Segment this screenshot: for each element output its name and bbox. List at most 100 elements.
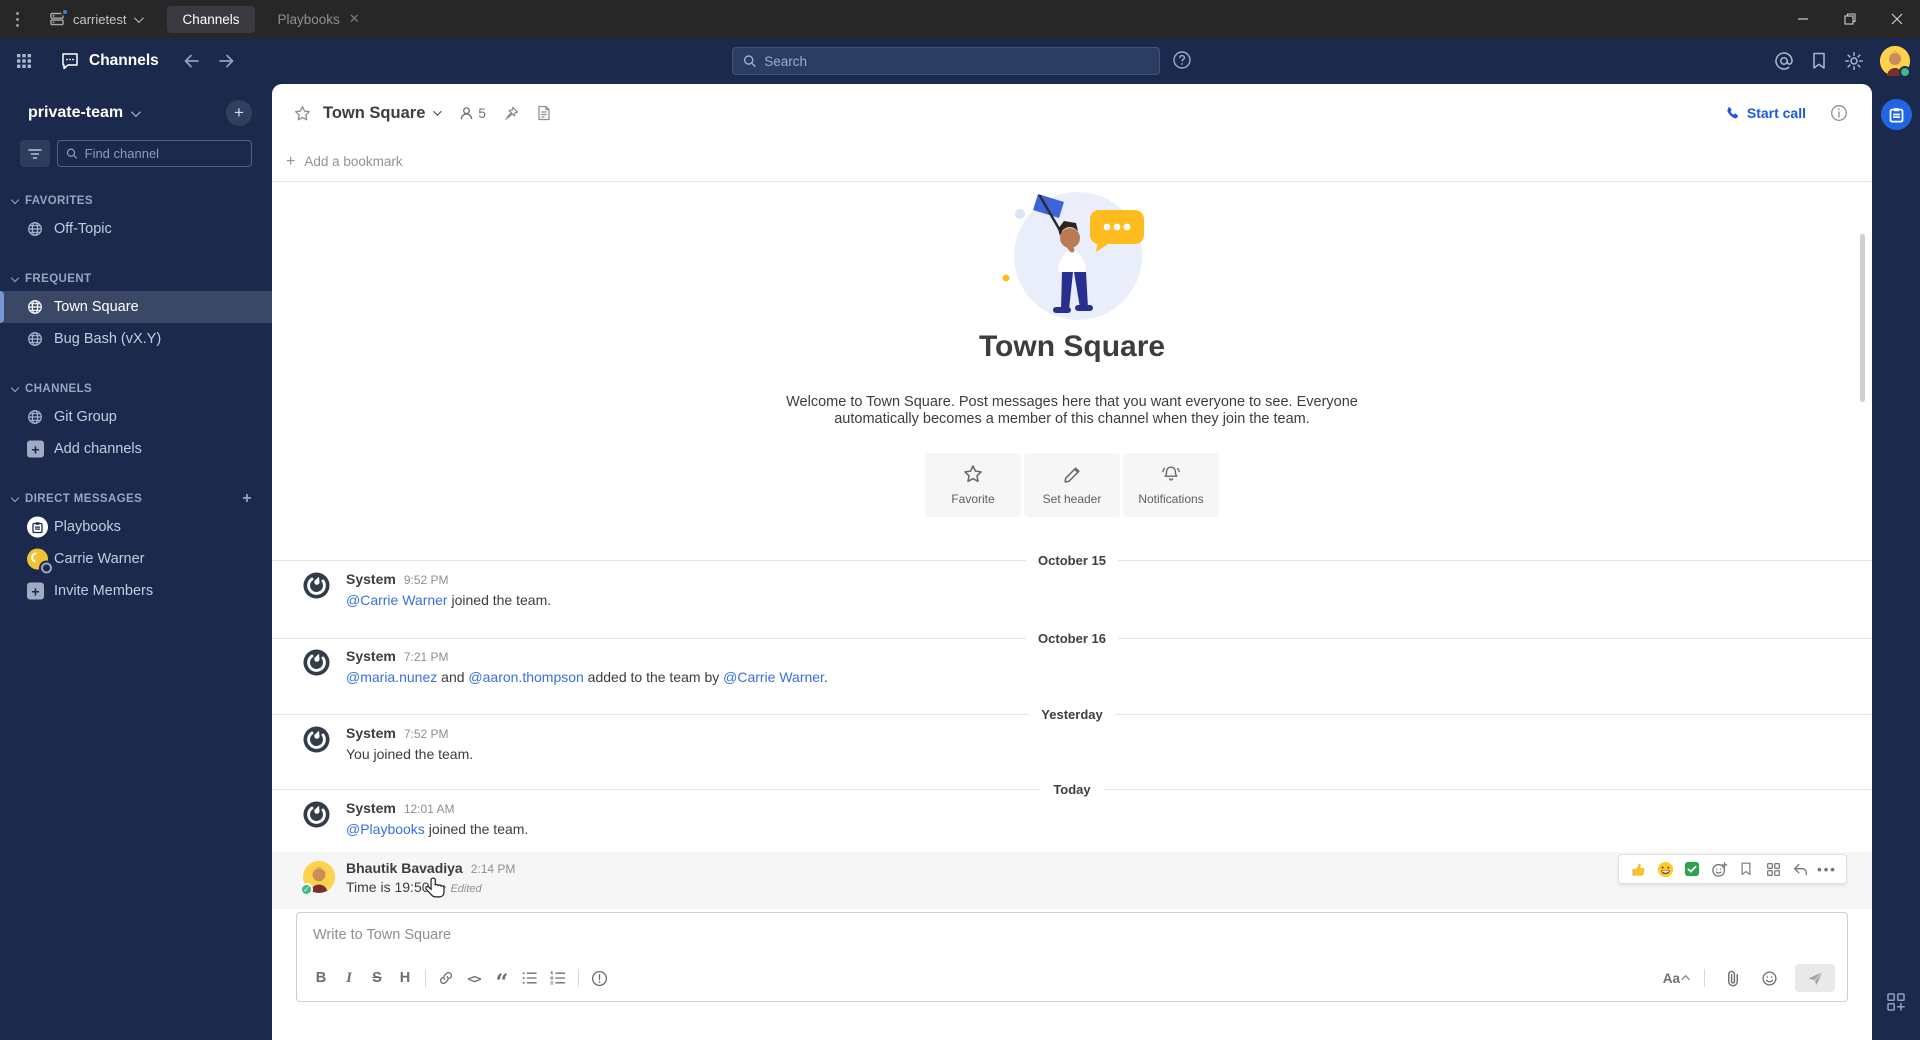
sidebar-item-git-group[interactable]: Git Group xyxy=(0,401,272,433)
server-selector[interactable]: carrietest xyxy=(49,8,145,27)
channel-files-button[interactable] xyxy=(537,105,551,121)
attach-file-button[interactable] xyxy=(1719,965,1747,991)
grin-reaction-button[interactable] xyxy=(1655,859,1675,879)
scrollbar-thumb[interactable] xyxy=(1860,234,1865,402)
find-channel-box[interactable] xyxy=(57,140,252,167)
globe-icon xyxy=(27,331,43,347)
strikethrough-button[interactable]: S xyxy=(363,965,391,991)
help-icon[interactable] xyxy=(1172,50,1192,70)
sidebar-item-carrie-warner[interactable]: Carrie Warner xyxy=(0,543,272,575)
playbooks-app-button[interactable] xyxy=(1881,99,1912,130)
app-menu-icon[interactable] xyxy=(16,11,19,27)
sidebar-item-add-channels[interactable]: + Add channels xyxy=(0,433,272,465)
message-actions-toolbar: ••• xyxy=(1618,854,1847,884)
mentions-icon[interactable] xyxy=(1774,51,1794,71)
apps-grid-icon[interactable] xyxy=(1886,992,1906,1012)
chevron-down-icon xyxy=(433,107,443,116)
system-post[interactable]: System 7:52 PM You joined the team. xyxy=(272,725,1872,762)
reply-button[interactable] xyxy=(1790,859,1810,879)
check-reaction-button[interactable] xyxy=(1682,859,1702,879)
channel-info-button[interactable] xyxy=(1830,104,1848,122)
set-header-button[interactable]: Set header xyxy=(1024,453,1120,517)
section-frequent[interactable]: FREQUENT xyxy=(0,267,272,291)
favorite-channel-button[interactable]: Favorite xyxy=(925,453,1021,517)
thumbsup-reaction-button[interactable] xyxy=(1628,859,1648,879)
channel-name-menu[interactable]: Town Square xyxy=(323,104,443,123)
saved-posts-icon[interactable] xyxy=(1810,51,1828,71)
section-favorites[interactable]: FAVORITES xyxy=(0,189,272,213)
bold-button[interactable]: B xyxy=(307,965,335,991)
message-apps-button[interactable] xyxy=(1763,859,1783,879)
close-window-button[interactable] xyxy=(1873,0,1920,38)
add-channels-plus-button[interactable]: + xyxy=(226,100,252,126)
italic-button[interactable]: I xyxy=(335,965,363,991)
user-avatar[interactable] xyxy=(1880,46,1911,78)
playbooks-bot-icon xyxy=(27,516,48,538)
globe-icon xyxy=(27,299,43,315)
close-tab-icon[interactable]: ✕ xyxy=(349,11,360,27)
date-divider[interactable]: Today xyxy=(272,781,1872,797)
mention-link[interactable]: @maria.nunez xyxy=(346,669,437,685)
new-direct-message-button[interactable]: + xyxy=(242,491,252,507)
date-divider[interactable]: October 15 xyxy=(272,552,1872,568)
start-call-button[interactable]: Start call xyxy=(1725,105,1806,121)
numbered-list-button[interactable] xyxy=(544,965,572,991)
pinned-posts-button[interactable] xyxy=(504,106,519,121)
channel-filter-button[interactable] xyxy=(20,140,50,167)
channel-intro-description: Welcome to Town Square. Post messages he… xyxy=(786,394,1358,427)
format-toggle-button[interactable]: Aa xyxy=(1663,971,1690,986)
tab-channels[interactable]: Channels xyxy=(167,5,255,33)
sidebar-item-bug-bash[interactable]: Bug Bash (vX.Y) xyxy=(0,323,272,355)
minimize-button[interactable] xyxy=(1779,0,1826,38)
bulleted-list-button[interactable] xyxy=(516,965,544,991)
post-author[interactable]: Bhautik Bavadiya xyxy=(346,860,463,876)
channels-bubble-icon xyxy=(62,53,78,70)
system-post[interactable]: System 7:21 PM @maria.nunez and @aaron.th… xyxy=(272,648,1872,685)
message-input[interactable] xyxy=(313,927,1831,943)
favorite-star-button[interactable] xyxy=(294,105,311,122)
system-post[interactable]: System 9:52 PM @Carrie Warner joined the … xyxy=(272,571,1872,608)
sidebar-item-off-topic[interactable]: Off-Topic xyxy=(0,213,272,245)
tab-playbooks[interactable]: Playbooks ✕ xyxy=(263,5,375,33)
mention-link[interactable]: @aaron.thompson xyxy=(468,669,583,685)
system-avatar-icon xyxy=(303,649,330,676)
section-direct-messages[interactable]: DIRECT MESSAGES + xyxy=(0,487,272,511)
mention-link[interactable]: @Playbooks xyxy=(346,821,425,837)
send-message-button[interactable] xyxy=(1795,964,1835,992)
settings-gear-icon[interactable] xyxy=(1844,51,1864,71)
section-channels[interactable]: CHANNELS xyxy=(0,377,272,401)
channel-sidebar: private-team + FAVORITES Off-Topic FREQU… xyxy=(0,84,272,1040)
member-count-button[interactable]: 5 xyxy=(459,106,486,121)
date-divider[interactable]: October 16 xyxy=(272,630,1872,646)
product-switcher-icon[interactable] xyxy=(16,53,32,69)
sidebar-item-town-square[interactable]: Town Square xyxy=(0,291,272,323)
mention-link[interactable]: @Carrie Warner xyxy=(346,592,448,608)
add-reaction-button[interactable] xyxy=(1709,859,1729,879)
restore-button[interactable] xyxy=(1826,0,1873,38)
team-name-menu[interactable]: private-team xyxy=(28,104,123,122)
add-bookmark-bar[interactable]: + Add a bookmark xyxy=(272,142,1872,182)
message-priority-button[interactable] xyxy=(585,965,613,991)
code-button[interactable]: <> xyxy=(460,965,488,991)
user-avatar[interactable]: ✓ xyxy=(300,861,335,896)
search-box[interactable] xyxy=(732,47,1160,75)
more-options-button[interactable]: ••• xyxy=(1817,859,1837,879)
user-post-hovered[interactable]: ✓ Bhautik Bavadiya 2:14 PM Time is 19:50 … xyxy=(272,852,1872,909)
sidebar-item-playbooks-dm[interactable]: Playbooks xyxy=(0,511,272,543)
heading-button[interactable]: H xyxy=(391,965,419,991)
message-composer[interactable]: B I S H <> “ Aa xyxy=(296,912,1848,1002)
sidebar-item-invite-members[interactable]: + Invite Members xyxy=(0,575,272,607)
quote-button[interactable]: “ xyxy=(488,965,516,994)
find-channel-input[interactable] xyxy=(84,146,243,161)
system-post[interactable]: System 12:01 AM @Playbooks joined the tea… xyxy=(272,800,1872,837)
mention-link[interactable]: @Carrie Warner xyxy=(723,669,824,685)
date-divider[interactable]: Yesterday xyxy=(272,706,1872,722)
notification-preferences-button[interactable]: Notifications xyxy=(1123,453,1219,517)
history-forward-icon[interactable] xyxy=(218,53,235,69)
search-input[interactable] xyxy=(764,53,1149,69)
link-button[interactable] xyxy=(432,965,460,991)
save-message-button[interactable] xyxy=(1736,859,1756,879)
emoji-picker-button[interactable] xyxy=(1755,965,1783,991)
server-name: carrietest xyxy=(73,11,127,27)
history-back-icon[interactable] xyxy=(183,53,200,69)
